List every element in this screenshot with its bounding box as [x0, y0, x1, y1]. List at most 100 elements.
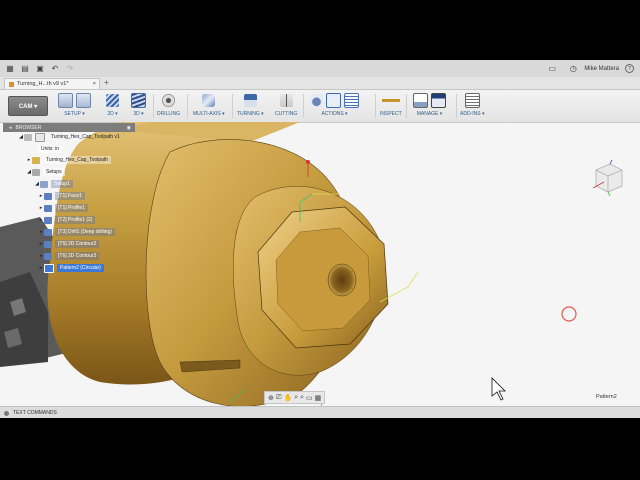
- cursor-highlight-ring: [561, 306, 577, 322]
- 3d-milling-icon[interactable]: [131, 93, 146, 108]
- cutting-label: CUTTING: [275, 111, 298, 117]
- look-at-icon[interactable]: ⎚: [276, 394, 282, 402]
- browser-pin-icon[interactable]: ◉: [127, 125, 131, 131]
- mouse-cursor-icon: [491, 377, 506, 401]
- operation-icon: [44, 228, 52, 236]
- status-bar: TEXT COMMANDS: [0, 406, 640, 418]
- operation-icon: [44, 204, 52, 212]
- text-commands-toggle-icon[interactable]: [4, 410, 9, 416]
- multi-axis-group[interactable]: MULTI-AXIS ▾: [193, 92, 225, 120]
- add-tab-icon[interactable]: +: [104, 78, 109, 87]
- pattern-label: Pattern2 (Circular): [57, 264, 104, 272]
- document-tab-bar: Turning_H...th v9 v1* × +: [0, 77, 640, 90]
- undo-icon[interactable]: ↶: [50, 64, 60, 74]
- drilling-label: DRILLING: [157, 111, 181, 117]
- cutting-icon[interactable]: [279, 94, 293, 107]
- operation-item[interactable]: ▸ [T6] 2D Contour3: [38, 251, 100, 261]
- job-status-icon[interactable]: ▭: [547, 64, 557, 74]
- orbit-icon[interactable]: ⊕: [268, 394, 274, 402]
- clock-icon[interactable]: ◷: [568, 64, 578, 74]
- units-node[interactable]: Units: in: [38, 144, 63, 154]
- inspect-group[interactable]: INSPECT: [380, 92, 402, 120]
- user-name[interactable]: Mike Mattera: [584, 66, 619, 72]
- actions-group[interactable]: ACTIONS ▾: [310, 92, 359, 120]
- collapse-icon[interactable]: ◂: [9, 125, 12, 131]
- folder-icon: [32, 168, 40, 176]
- browser-header[interactable]: ◂ BROWSER ◉: [3, 123, 135, 132]
- add-ins-icon[interactable]: [464, 93, 480, 108]
- drilling-group[interactable]: DRILLING: [157, 92, 180, 120]
- view-cube[interactable]: [590, 160, 624, 196]
- fusion-window: ▦ ▤ ▣ ↶ ↷ ▭ ◷ Mike Mattera ? Turning_H..…: [0, 60, 640, 418]
- 2d-label: 2D ▾: [107, 111, 118, 117]
- close-tab-icon[interactable]: ×: [93, 81, 96, 87]
- turning-icon[interactable]: [243, 94, 257, 107]
- workspace-switcher[interactable]: CAM ▾: [8, 96, 48, 116]
- setup-sheet-icon[interactable]: [344, 93, 359, 108]
- multi-axis-icon[interactable]: [202, 94, 216, 107]
- grid-menu-icon[interactable]: ▦: [5, 64, 15, 74]
- tool-library-icon[interactable]: [413, 93, 428, 108]
- simulate-icon[interactable]: [310, 94, 323, 107]
- operation-label: [T1] Profile1: [55, 204, 88, 212]
- document-tab[interactable]: Turning_H...th v9 v1* ×: [4, 78, 100, 89]
- toolbar-divider: [456, 94, 457, 118]
- operation-item[interactable]: ▸ [T2] Profile1 (2): [38, 215, 96, 225]
- operation-icon: [44, 192, 52, 200]
- post-process-icon[interactable]: [326, 93, 341, 108]
- template-library-icon[interactable]: [431, 93, 446, 108]
- operation-label: [T1] Face1: [55, 192, 85, 200]
- display-settings-icon[interactable]: ▭: [306, 394, 313, 402]
- measure-icon[interactable]: [381, 94, 400, 107]
- operation-item[interactable]: ▸ [T1] Face1: [38, 191, 85, 201]
- grid-icon[interactable]: ▦: [315, 394, 322, 402]
- pan-icon[interactable]: ✋: [283, 394, 292, 402]
- manage-label: MANAGE ▾: [416, 111, 443, 117]
- component-label: Turning_Hex_Cap_Toolpath: [43, 156, 112, 164]
- visibility-icon[interactable]: [24, 133, 32, 141]
- 3d-group[interactable]: 3D ▾: [131, 92, 146, 120]
- operation-item[interactable]: ▸ [T5] 2D Contour2: [38, 239, 100, 249]
- add-ins-group[interactable]: ADD-INS ▾: [460, 92, 484, 120]
- setup-label: SETUP ▾: [64, 111, 85, 117]
- drill-icon[interactable]: [162, 94, 176, 107]
- 2d-milling-icon[interactable]: [106, 94, 119, 107]
- file-icon[interactable]: ▤: [20, 64, 30, 74]
- setup1-label: Setup1: [51, 180, 73, 188]
- operation-item[interactable]: ▸ [T3] Drill1 (Deep drilling): [38, 227, 115, 237]
- part-body[interactable]: [47, 122, 640, 406]
- save-icon[interactable]: ▣: [35, 64, 45, 74]
- toolbar-divider: [406, 94, 407, 118]
- visibility-icon[interactable]: [32, 156, 40, 164]
- zoom-icon[interactable]: ⌕: [294, 394, 298, 402]
- fit-icon[interactable]: ⌕: [300, 394, 304, 402]
- component-node[interactable]: ▸ Turning_Hex_Cap_Toolpath: [26, 155, 112, 165]
- root-label: Turning_Hex_Cap_Toolpath v1: [51, 134, 120, 140]
- pattern-icon: [44, 263, 54, 273]
- operation-item[interactable]: ▸ [T1] Profile1: [38, 203, 88, 213]
- setup1-node[interactable]: ◢ Setup1: [34, 179, 73, 189]
- manage-group[interactable]: MANAGE ▾: [413, 92, 446, 120]
- help-icon[interactable]: ?: [625, 64, 634, 73]
- turning-label: TURNING ▾: [237, 111, 264, 117]
- selection-readout: Pattern2: [596, 394, 617, 400]
- redo-icon[interactable]: ↷: [65, 64, 75, 74]
- 2d-group[interactable]: 2D ▾: [106, 92, 119, 120]
- browser-title: BROWSER: [15, 124, 42, 131]
- text-commands-label[interactable]: TEXT COMMANDS: [13, 410, 57, 416]
- toolbar-divider: [303, 94, 304, 118]
- tree-root[interactable]: ◢ Turning_Hex_Cap_Toolpath v1: [18, 132, 123, 142]
- cutting-group[interactable]: CUTTING: [275, 92, 297, 120]
- setup-icon[interactable]: [58, 93, 73, 108]
- setup-group[interactable]: SETUP ▾: [58, 92, 91, 120]
- 3d-label: 3D ▾: [133, 111, 144, 117]
- navigation-bar: ⊕ ⎚ ✋ ⌕ ⌕ ▭ ▦: [264, 391, 326, 404]
- pattern-item[interactable]: ▸ Pattern2 (Circular): [38, 263, 104, 273]
- turning-group[interactable]: TURNING ▾: [237, 92, 264, 120]
- operation-label: [T6] 2D Contour3: [55, 252, 100, 260]
- document-icon: [9, 81, 14, 87]
- folder-icon[interactable]: [76, 93, 91, 108]
- document-tab-title: Turning_H...th v9 v1*: [17, 81, 69, 87]
- operation-label: [T5] 2D Contour2: [55, 240, 100, 248]
- setups-node[interactable]: ◢ Setups: [26, 167, 65, 177]
